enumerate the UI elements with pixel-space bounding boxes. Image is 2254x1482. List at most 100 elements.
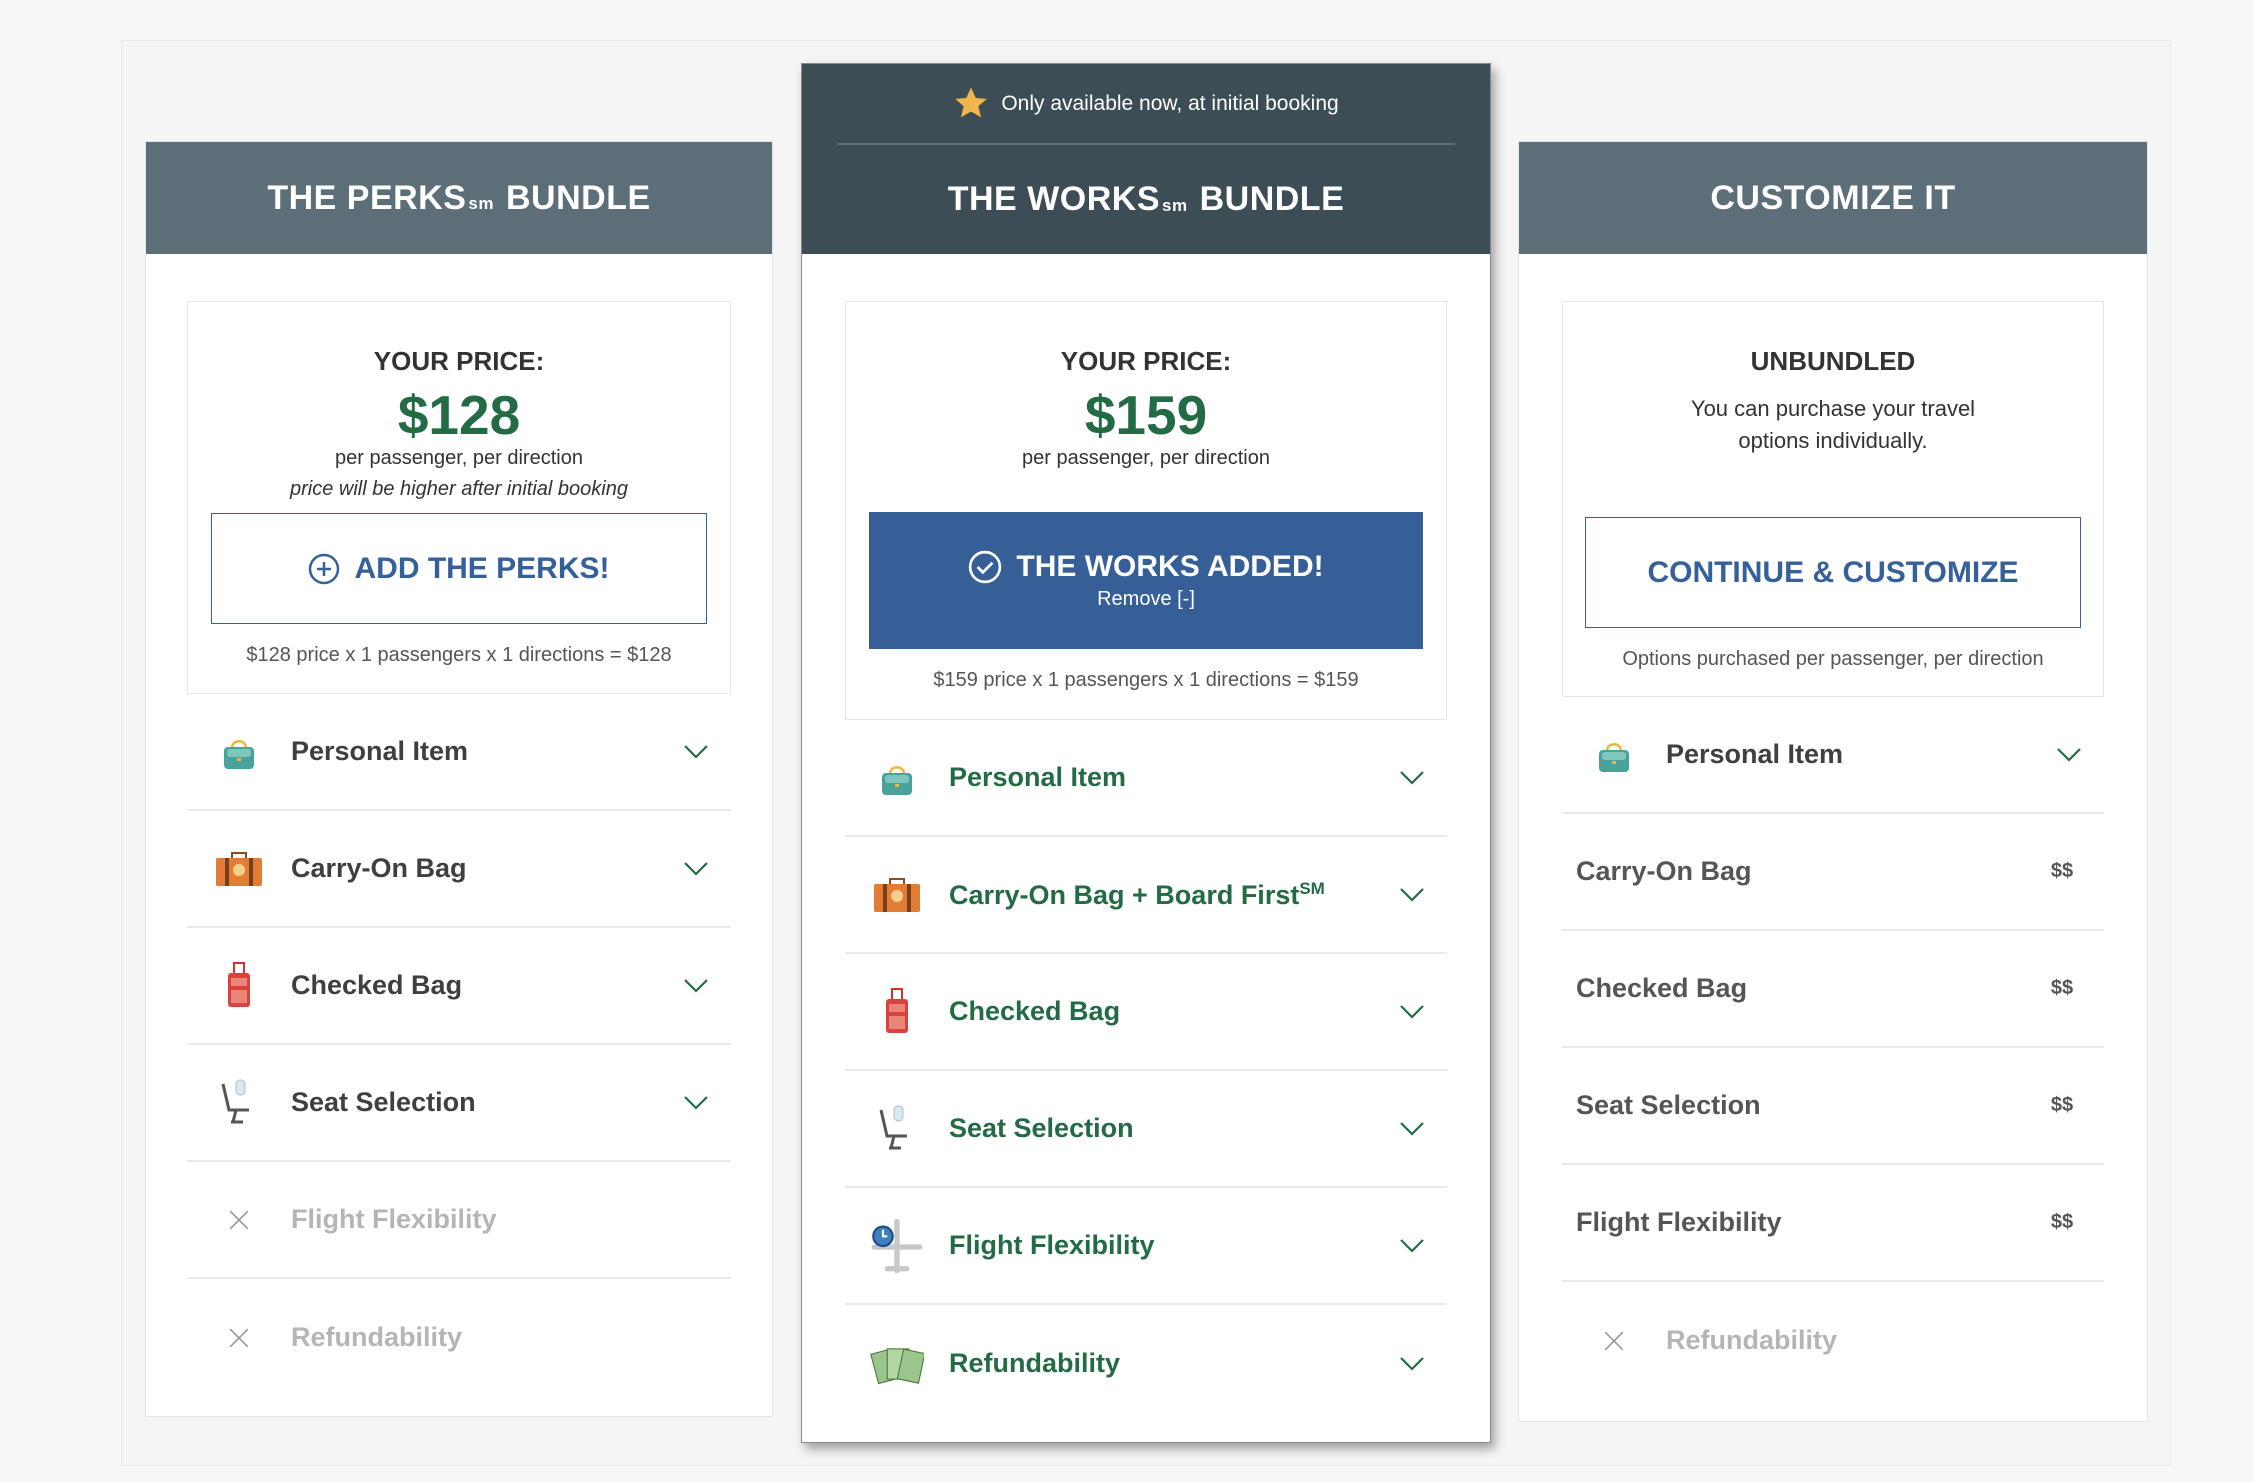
chevron-down-icon[interactable]: [1400, 1005, 1424, 1019]
chevron-down-icon[interactable]: [1400, 888, 1424, 902]
continue-customize-button[interactable]: CONTINUE & CUSTOMIZE: [1585, 517, 2081, 628]
seat-icon: [877, 1104, 917, 1154]
continue-customize-label: CONTINUE & CUSTOMIZE: [1647, 555, 2019, 589]
chevron-down-icon[interactable]: [1400, 771, 1424, 785]
item-personal-item[interactable]: Personal Item: [1562, 697, 2104, 814]
item-refundability[interactable]: Refundability: [845, 1305, 1447, 1422]
customize-card: CUSTOMIZE IT UNBUNDLED You can purchase …: [1518, 141, 2148, 1422]
price-note: price will be higher after initial booki…: [290, 478, 628, 500]
unbundled-heading: UNBUNDLED: [1750, 346, 1916, 376]
item-refundability: Refundability: [187, 1279, 731, 1396]
x-icon: [228, 1327, 250, 1349]
perks-bundle-card: THE PERKS sm BUNDLE YOUR PRICE: $128 per p…: [145, 141, 773, 1417]
rolling-luggage-icon: [224, 961, 254, 1011]
item-seat-selection[interactable]: Seat Selection: [845, 1071, 1447, 1188]
plane-clock-icon: [870, 1219, 924, 1273]
check-circle-icon: [969, 550, 1002, 584]
works-added-label: THE WORKS ADDED!: [1016, 550, 1324, 583]
item-label: Refundability: [949, 1348, 1121, 1378]
item-checked-bag: Checked Bag $$: [1562, 931, 2104, 1048]
unbundled-description: You can purchase your travel options ind…: [1690, 396, 1976, 453]
money-icon: [870, 1342, 924, 1386]
item-checked-bag[interactable]: Checked Bag: [845, 954, 1447, 1071]
item-flight-flexibility: Flight Flexibility: [187, 1162, 731, 1279]
options-note: Options purchased per passenger, per dir…: [1622, 648, 2044, 670]
item-label: Checked Bag: [291, 970, 463, 1000]
item-label: Seat Selection: [949, 1113, 1134, 1143]
works-added-button[interactable]: THE WORKS ADDED! Remove [-]: [869, 512, 1423, 649]
remove-link[interactable]: Remove [-]: [1097, 588, 1195, 611]
perks-title-suffix: BUNDLE: [506, 178, 651, 217]
seat-icon: [219, 1078, 259, 1128]
x-icon: [228, 1209, 250, 1231]
item-label: Flight Flexibility: [949, 1230, 1155, 1260]
item-personal-item[interactable]: Personal Item: [187, 694, 731, 811]
item-price: $$: [2050, 1211, 2074, 1233]
item-personal-item[interactable]: Personal Item: [845, 720, 1447, 837]
item-label: Checked Bag: [949, 996, 1121, 1026]
rolling-luggage-icon: [882, 987, 912, 1037]
perks-title: THE PERKS: [267, 178, 467, 217]
chevron-down-icon[interactable]: [684, 862, 708, 876]
customize-title: CUSTOMIZE IT: [1710, 178, 1956, 217]
item-label: Carry-On Bag + Board First: [949, 879, 1300, 910]
service-mark: SM: [1299, 878, 1325, 898]
item-flight-flexibility: Flight Flexibility $$: [1562, 1165, 2104, 1282]
item-label: Personal Item: [949, 762, 1127, 792]
item-label: Carry-On Bag: [1576, 856, 1752, 886]
chevron-down-icon[interactable]: [1400, 1239, 1424, 1253]
item-label: Carry-On Bag: [291, 853, 467, 883]
suitcase-icon: [872, 875, 922, 915]
item-seat-selection[interactable]: Seat Selection: [187, 1045, 731, 1162]
plus-circle-icon: [309, 553, 340, 584]
item-carry-on-bag: Carry-On Bag $$: [1562, 814, 2104, 931]
item-label: Checked Bag: [1576, 973, 1748, 1003]
item-carry-on-board-first[interactable]: Carry-On Bag + Board FirstSM: [845, 837, 1447, 954]
item-label: Seat Selection: [1576, 1090, 1761, 1120]
price-calculation: $159 price x 1 passengers x 1 directions…: [933, 669, 1359, 691]
handbag-icon: [219, 732, 259, 772]
works-title: THE WORKS: [947, 180, 1161, 218]
suitcase-icon: [214, 849, 264, 889]
chevron-down-icon[interactable]: [1400, 1357, 1424, 1371]
price-unit: per passenger, per direction: [1022, 447, 1270, 469]
item-seat-selection: Seat Selection $$: [1562, 1048, 2104, 1165]
perks-price-box: YOUR PRICE: $128 per passenger, per dire…: [187, 301, 731, 694]
your-price-label: YOUR PRICE:: [1060, 346, 1232, 376]
item-refundability: Refundability: [1562, 1282, 2104, 1399]
price: $128: [397, 384, 521, 446]
works-title-suffix: BUNDLE: [1199, 180, 1345, 218]
price-calculation: $128 price x 1 passengers x 1 directions…: [246, 644, 672, 666]
item-price: $$: [2050, 1094, 2074, 1116]
chevron-down-icon[interactable]: [2057, 748, 2081, 762]
item-label: Refundability: [1666, 1325, 1838, 1355]
chevron-down-icon[interactable]: [684, 745, 708, 759]
chevron-down-icon[interactable]: [684, 1096, 708, 1110]
promo-text: Only available now, at initial booking: [1001, 91, 1339, 115]
item-flight-flexibility[interactable]: Flight Flexibility: [845, 1188, 1447, 1305]
item-carry-on-bag[interactable]: Carry-On Bag: [187, 811, 731, 928]
item-price: $$: [2050, 977, 2074, 999]
perks-items: Personal Item Carry-On Bag Checked Bag S…: [146, 694, 772, 1396]
item-label: Refundability: [291, 1322, 463, 1352]
chevron-down-icon[interactable]: [1400, 1122, 1424, 1136]
promo-banner: Only available now, at initial booking: [837, 64, 1455, 145]
item-label: Personal Item: [1666, 739, 1844, 769]
item-checked-bag[interactable]: Checked Bag: [187, 928, 731, 1045]
add-perks-button[interactable]: ADD THE PERKS!: [211, 513, 707, 624]
custom-items: Personal Item Carry-On Bag $$ Checked Bag…: [1519, 697, 2147, 1399]
star-icon: [955, 87, 988, 117]
customize-header: CUSTOMIZE IT: [1519, 142, 2147, 254]
your-price-label: YOUR PRICE:: [373, 346, 545, 376]
perks-header: THE PERKS sm BUNDLE: [146, 142, 772, 254]
works-price-box: YOUR PRICE: $159 per passenger, per dire…: [845, 301, 1447, 720]
item-label: Personal Item: [291, 736, 469, 766]
item-label: Flight Flexibility: [291, 1204, 497, 1234]
price: $159: [1084, 384, 1208, 446]
item-label: Seat Selection: [291, 1087, 476, 1117]
item-price: $$: [2050, 860, 2074, 882]
works-bundle-card: Only available now, at initial booking T…: [801, 63, 1491, 1443]
chevron-down-icon[interactable]: [684, 979, 708, 993]
handbag-icon: [1594, 735, 1634, 775]
handbag-icon: [877, 758, 917, 798]
